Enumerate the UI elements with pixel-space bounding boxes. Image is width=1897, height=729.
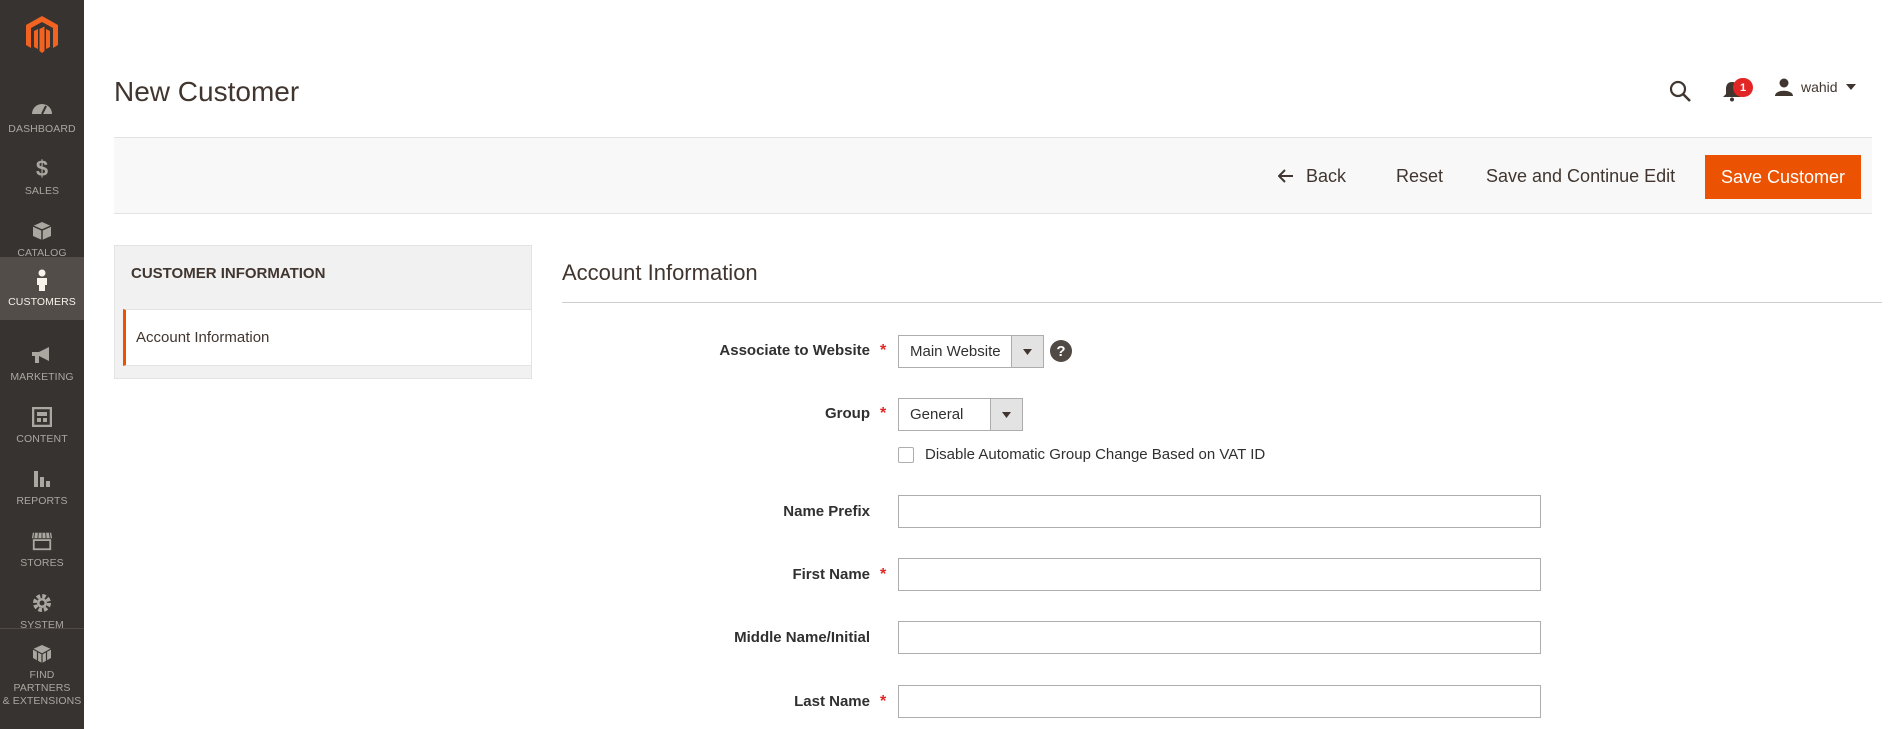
reset-button[interactable]: Reset <box>1396 159 1443 193</box>
nav-item-dashboard[interactable]: DASHBOARD <box>0 84 84 146</box>
section-divider <box>562 302 1882 303</box>
nav-item-reports[interactable]: REPORTS <box>0 456 84 518</box>
required-marker: * <box>880 342 887 359</box>
page-actions-bar: Back Reset Save and Continue Edit Save C… <box>114 137 1872 214</box>
arrow-left-icon <box>1278 169 1293 183</box>
customer-info-tabs: CUSTOMER INFORMATION Account Information <box>114 245 532 379</box>
nav-label-content: CONTENT <box>16 433 68 445</box>
user-account-menu[interactable]: wahid <box>1775 78 1856 96</box>
dollar-icon: $ <box>35 156 49 181</box>
disable-auto-group-checkbox[interactable] <box>898 447 914 463</box>
box-icon <box>31 220 53 242</box>
nav-label-system: SYSTEM <box>20 619 64 631</box>
nav-label-find-partners-line1: FIND PARTNERS <box>13 669 71 694</box>
person-icon <box>31 269 53 291</box>
layout-icon <box>31 406 53 428</box>
nav-item-stores[interactable]: STORES <box>0 518 84 580</box>
tabs-title: CUSTOMER INFORMATION <box>131 265 326 282</box>
associate-website-label: Associate to Website <box>719 342 870 359</box>
storefront-icon <box>31 530 53 552</box>
user-icon <box>1775 78 1793 96</box>
associate-website-value: Main Website <box>910 343 1001 360</box>
dashboard-icon <box>31 96 53 118</box>
nav-label-sales: SALES <box>24 185 60 197</box>
nav-label-customers: CUSTOMERS <box>8 296 76 308</box>
name-prefix-label: Name Prefix <box>783 503 870 520</box>
megaphone-icon <box>31 344 53 366</box>
global-search-button[interactable] <box>1668 79 1692 103</box>
dropdown-arrow-icon <box>990 399 1022 430</box>
cubes-icon <box>31 644 53 664</box>
nav-label-dashboard: DASHBOARD <box>8 123 76 135</box>
back-button[interactable]: Back <box>1278 159 1346 193</box>
nav-label-marketing: MARKETING <box>10 371 74 383</box>
magento-logo-icon <box>26 16 58 53</box>
required-marker: * <box>880 693 887 710</box>
help-icon[interactable]: ? <box>1050 340 1072 362</box>
nav-item-sales[interactable]: $ SALES <box>0 146 84 208</box>
search-icon <box>1669 80 1691 102</box>
tab-account-information[interactable]: Account Information <box>123 309 531 366</box>
middle-name-input[interactable] <box>898 621 1541 654</box>
bar-chart-icon <box>31 468 53 490</box>
disable-auto-group-label[interactable]: Disable Automatic Group Change Based on … <box>925 446 1265 463</box>
nav-label-reports: REPORTS <box>16 495 68 507</box>
required-marker: * <box>880 405 887 422</box>
save-customer-button[interactable]: Save Customer <box>1705 155 1861 199</box>
name-prefix-input[interactable] <box>898 495 1541 528</box>
first-name-input[interactable] <box>898 558 1541 591</box>
admin-sidebar-nav: DASHBOARD $ SALES CATALOG CUSTOMERS MARK… <box>0 0 84 729</box>
group-value: General <box>910 406 964 423</box>
notifications-count-badge[interactable]: 1 <box>1733 78 1753 97</box>
user-name: wahid <box>1801 79 1838 95</box>
nav-label-find-partners-line2: & EXTENSIONS <box>2 695 82 707</box>
nav-label-stores: STORES <box>20 557 64 569</box>
gear-icon <box>31 592 53 614</box>
save-and-continue-button[interactable]: Save and Continue Edit <box>1486 159 1675 193</box>
dropdown-arrow-icon <box>1011 336 1043 367</box>
group-label: Group <box>825 405 870 422</box>
nav-item-find-partners[interactable]: FIND PARTNERS & EXTENSIONS <box>0 632 84 707</box>
associate-website-select[interactable]: Main Website <box>898 335 1044 368</box>
required-marker: * <box>880 566 887 583</box>
page-title: New Customer <box>114 76 300 107</box>
magento-logo[interactable] <box>0 0 84 70</box>
nav-item-customers[interactable]: CUSTOMERS <box>0 257 84 320</box>
group-select[interactable]: General <box>898 398 1023 431</box>
back-button-label: Back <box>1306 165 1347 186</box>
section-title: Account Information <box>562 260 758 285</box>
first-name-label: First Name <box>792 566 870 583</box>
nav-separator <box>0 628 84 629</box>
last-name-label: Last Name <box>794 693 870 710</box>
last-name-input[interactable] <box>898 685 1541 718</box>
caret-down-icon <box>1845 84 1856 90</box>
middle-name-label: Middle Name/Initial <box>734 629 870 646</box>
nav-item-content[interactable]: CONTENT <box>0 394 84 456</box>
nav-item-marketing[interactable]: MARKETING <box>0 332 84 394</box>
